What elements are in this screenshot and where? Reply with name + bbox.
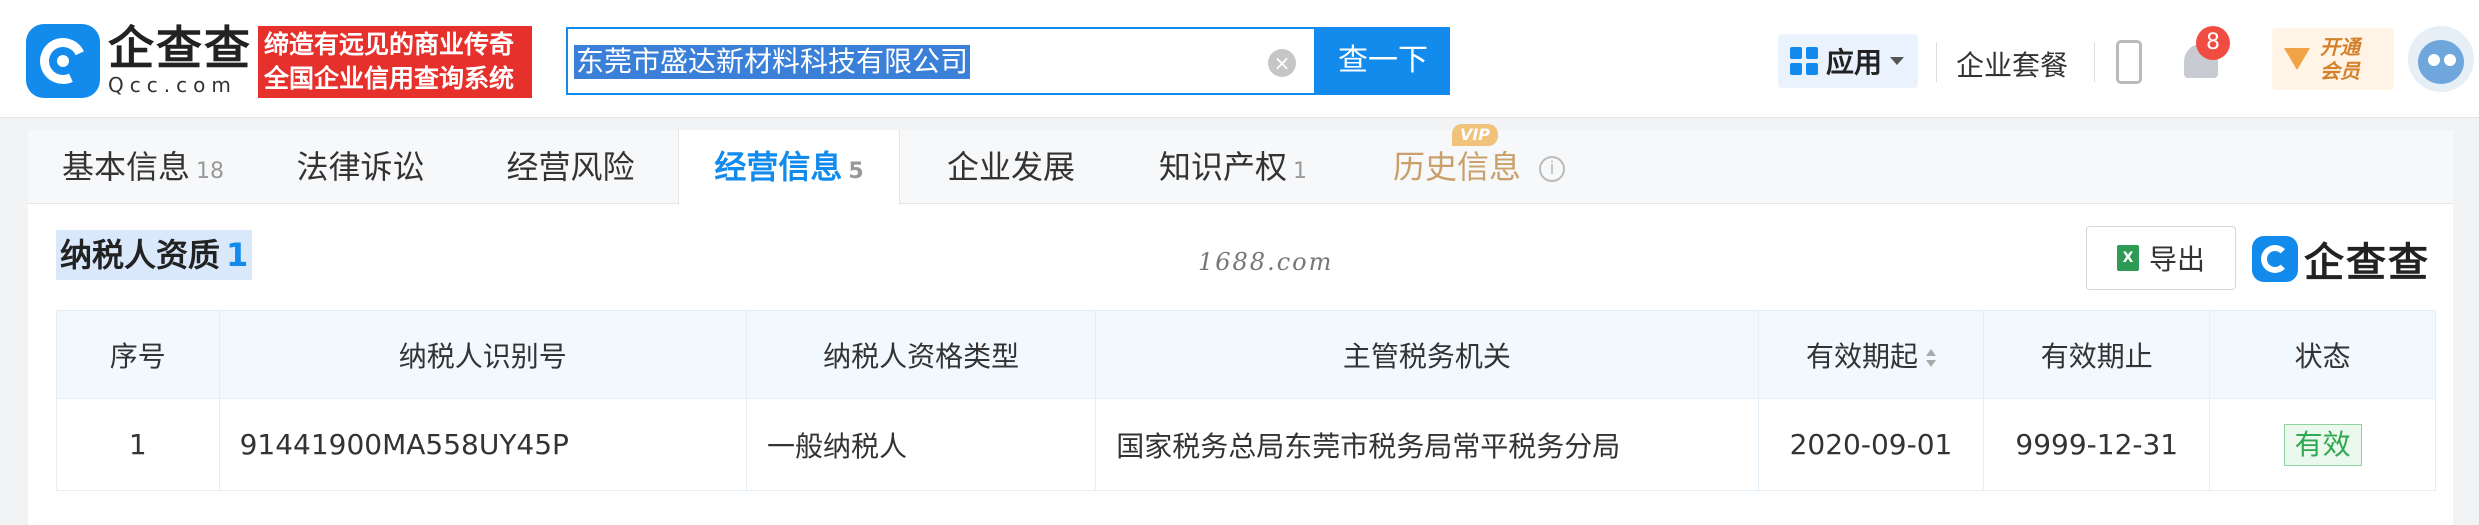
- tab-operations[interactable]: 经营信息 5: [678, 130, 900, 205]
- vip-label-line-1: 开通: [2320, 35, 2360, 59]
- table-row: 1 91441900MA558UY45P 一般纳税人 国家税务总局东莞市税务局常…: [56, 398, 2436, 491]
- site-logo[interactable]: 企查查 Qcc.com: [26, 24, 252, 98]
- cell-status: 有效: [2209, 398, 2436, 491]
- section-count: 1: [226, 236, 249, 274]
- watermark: 1688.com: [1198, 248, 1334, 276]
- cell-index: 1: [56, 398, 220, 491]
- mobile-app-icon[interactable]: [2116, 40, 2142, 84]
- status-badge: 有效: [2283, 423, 2362, 466]
- logo-mark-icon: [26, 24, 100, 98]
- search-box[interactable]: 东莞市盛达新材料科技有限公司 ×: [566, 27, 1316, 95]
- column-header: 主管税务机关: [1095, 310, 1759, 399]
- column-header: 序号: [56, 310, 220, 399]
- content-card: 基本信息 18 法律诉讼 经营风险 经营信息 5 企业发展 知识产权 1 历史信息 i …: [28, 124, 2453, 525]
- cell-authority: 国家税务总局东莞市税务局常平税务分局: [1095, 398, 1759, 491]
- enterprise-suite-link[interactable]: 企业套餐: [1956, 44, 2068, 84]
- vip-crown-icon: [2284, 48, 2310, 70]
- cell-end-date: 9999-12-31: [1983, 398, 2211, 491]
- export-button[interactable]: X 导出: [2086, 226, 2236, 290]
- export-label: 导出: [2148, 243, 2205, 276]
- tab-ip[interactable]: 知识产权 1: [1122, 130, 1344, 204]
- divider: [2094, 42, 2095, 82]
- slogan-line-1: 缔造有远见的商业传奇: [264, 30, 515, 59]
- avatar[interactable]: [2408, 26, 2474, 92]
- vip-label-line-2: 会员: [2320, 59, 2360, 83]
- section-title: 纳税人资质 1: [56, 230, 253, 280]
- open-vip-button[interactable]: 开通 会员: [2272, 28, 2394, 90]
- column-header: 有效期止: [1983, 310, 2211, 399]
- search-input[interactable]: 东莞市盛达新材料科技有限公司: [574, 45, 971, 79]
- clear-icon[interactable]: ×: [1268, 49, 1296, 77]
- logo-domain: Qcc.com: [108, 73, 237, 97]
- chevron-down-icon: [1890, 57, 1905, 65]
- tab-development[interactable]: 企业发展: [900, 130, 1122, 204]
- slogan-line-2: 全国企业信用查询系统: [264, 64, 515, 93]
- search-button[interactable]: 查一下: [1316, 27, 1450, 95]
- logo-text: 企查查: [108, 21, 252, 75]
- tab-legal[interactable]: 法律诉讼: [258, 130, 463, 204]
- excel-icon: X: [2116, 245, 2139, 271]
- tab-risk[interactable]: 经营风险: [463, 130, 678, 204]
- slogan-banner: 缔造有远见的商业传奇 全国企业信用查询系统: [258, 26, 532, 98]
- column-header: 状态: [2209, 310, 2436, 399]
- taxpayer-table: 序号 纳税人识别号 纳税人资格类型 主管税务机关 有效期起 有效期止 状态 1 …: [56, 310, 2436, 491]
- cell-tax-id: 91441900MA558UY45P: [218, 398, 748, 491]
- tab-basic-info[interactable]: 基本信息 18: [28, 130, 258, 204]
- top-header: 企查查 Qcc.com 缔造有远见的商业传奇 全国企业信用查询系统 东莞市盛达新…: [0, 0, 2479, 118]
- vip-tag: VIP: [1452, 124, 1498, 146]
- brand-text: 企查查: [2304, 240, 2430, 286]
- apps-menu-button[interactable]: 应用: [1778, 34, 1918, 88]
- column-header: 纳税人识别号: [218, 310, 748, 399]
- brand-mark-icon: [2252, 236, 2298, 282]
- cell-type: 一般纳税人: [745, 398, 1097, 491]
- column-header: 纳税人资格类型: [745, 310, 1097, 399]
- column-header-sortable[interactable]: 有效期起: [1757, 310, 1985, 399]
- info-icon[interactable]: i: [1539, 156, 1565, 182]
- tab-bar: 基本信息 18 法律诉讼 经营风险 经营信息 5 企业发展 知识产权 1 历史信息 i: [28, 130, 2453, 205]
- sort-icon[interactable]: [1925, 348, 1936, 367]
- apps-grid-icon: [1790, 47, 1818, 75]
- divider: [1936, 42, 1937, 82]
- table-header-row: 序号 纳税人识别号 纳税人资格类型 主管税务机关 有效期起 有效期止 状态: [56, 310, 2436, 399]
- cell-start-date: 2020-09-01: [1757, 398, 1985, 491]
- notification-badge: 8: [2196, 26, 2230, 60]
- apps-label: 应用: [1826, 46, 1883, 79]
- brand-logo: 企查查: [2252, 230, 2430, 288]
